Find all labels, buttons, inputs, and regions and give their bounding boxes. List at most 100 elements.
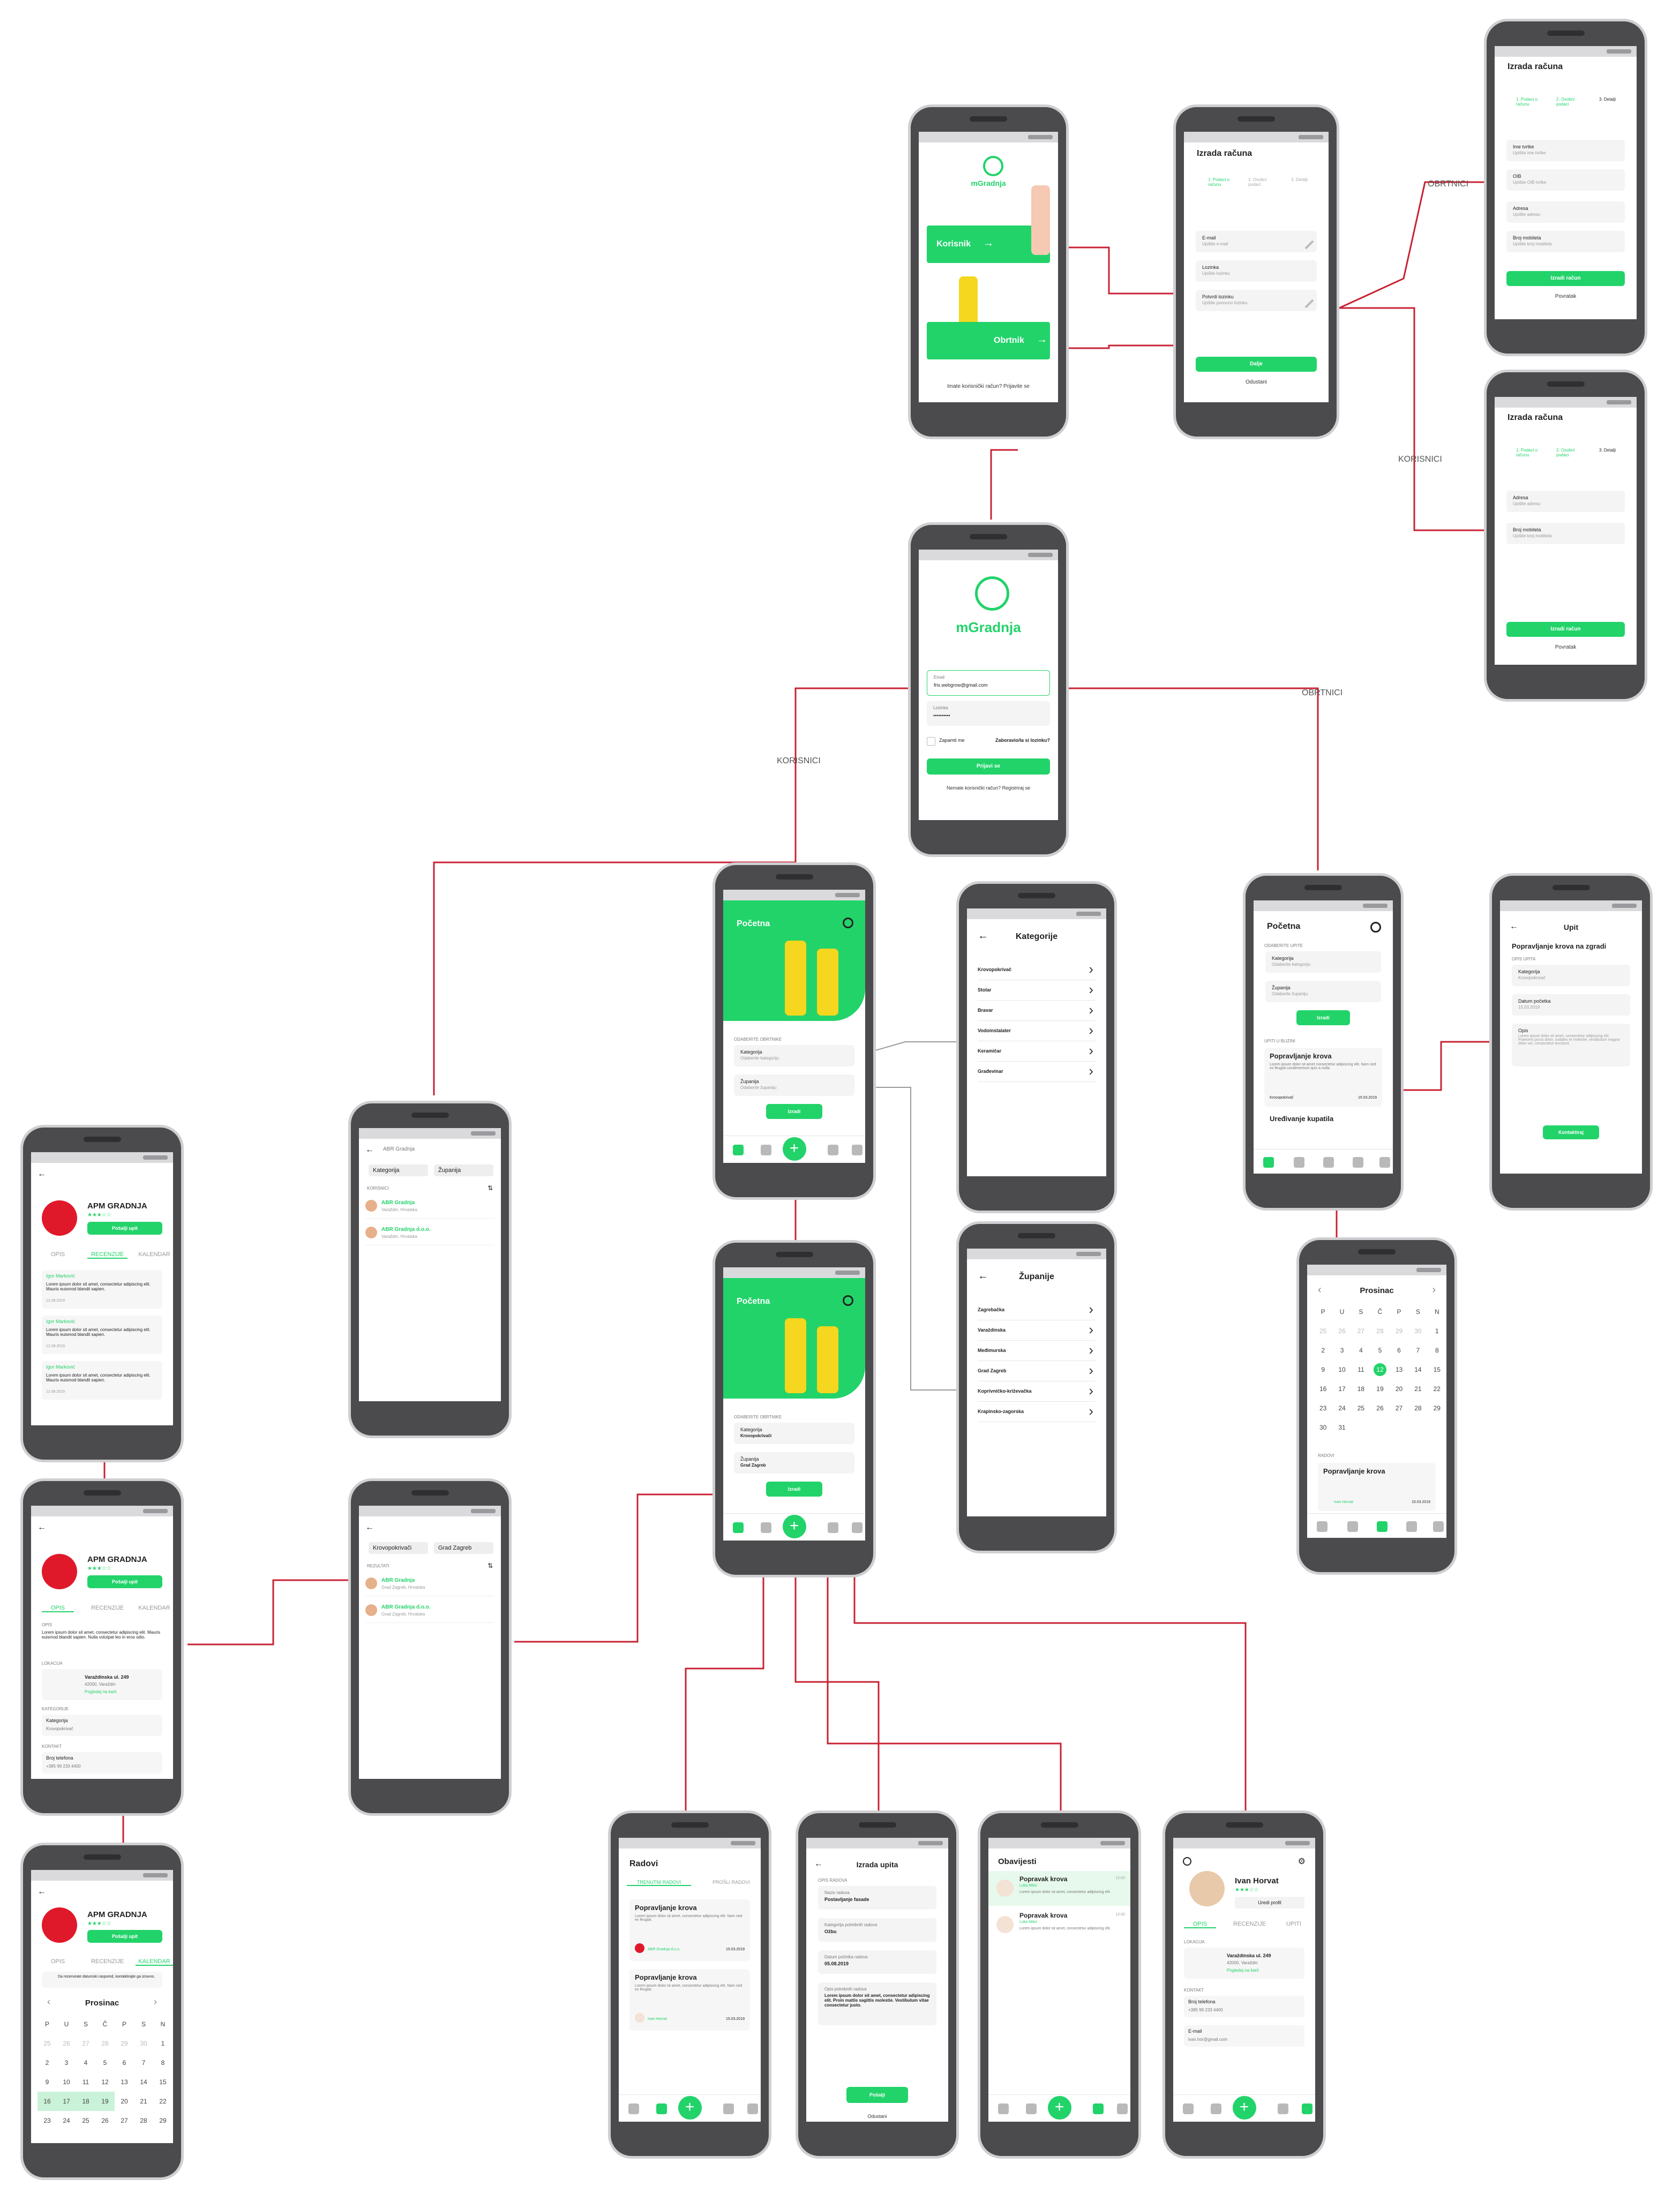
create-account-button[interactable]: Izradi račun: [1506, 271, 1625, 286]
user-icon[interactable]: [852, 1522, 862, 1533]
upit-card[interactable]: Popravljanje krova Lorem ipsum dolor sit…: [1264, 1048, 1382, 1107]
tab-recenzije[interactable]: RECENZIJE: [87, 1251, 128, 1259]
back-arrow-icon[interactable]: ←: [38, 1523, 46, 1532]
add-button[interactable]: +: [1047, 2096, 1071, 2120]
zupanija-field[interactable]: Županija Odaberite županiju: [1265, 981, 1381, 1002]
home-icon[interactable]: [733, 1522, 744, 1533]
list-item[interactable]: Građevinar: [978, 1061, 1096, 1082]
result-item[interactable]: ABR Gradnja d.o.o. Varaždin, Hrvatska: [365, 1223, 494, 1245]
list-item[interactable]: Vodoinstalater: [978, 1020, 1096, 1041]
notification-item[interactable]: Popravak krova Luka Mikić Lorem ipsum do…: [988, 1907, 1130, 1942]
calendar-grid[interactable]: PUSČPSN 25 26 27 28 29 30 1 2345678 9 10 11 12 13 1…: [1314, 1302, 1446, 1437]
forgot-password-link[interactable]: Zaboravio/la si lozinku?: [995, 738, 1050, 743]
power-icon[interactable]: [1183, 1857, 1191, 1866]
search-button[interactable]: Izradi: [1296, 1010, 1350, 1025]
user-icon[interactable]: [1117, 2103, 1128, 2114]
list-item[interactable]: Keramičar: [978, 1040, 1096, 1062]
back-link[interactable]: Povratak: [1495, 294, 1637, 299]
mobile-field[interactable]: Broj mobitela Upišite broj mobitela: [1506, 231, 1625, 252]
password-field[interactable]: Lozinka Upišite lozinku: [1196, 260, 1317, 282]
kategorija-field[interactable]: Kategorija Odaberite kategoriju: [734, 1045, 854, 1066]
phone-card[interactable]: Broj telefona +385 99 233 4400: [1184, 1996, 1304, 2017]
obrtnik-button[interactable]: Obrtnik →: [927, 322, 1050, 359]
search-icon[interactable]: [843, 1295, 853, 1306]
search-input[interactable]: ABR Gradnja: [383, 1146, 415, 1152]
edit-profile-button[interactable]: Uredi profil: [1235, 1897, 1304, 1909]
home-icon[interactable]: [628, 2103, 639, 2114]
result-item[interactable]: ABR Gradnja Grad Zagreb, Hrvatska: [365, 1574, 494, 1596]
address-field[interactable]: Adresa Upišite adresu: [1506, 201, 1625, 223]
wrench-icon[interactable]: [1347, 1521, 1358, 1532]
register-link[interactable]: Nemate korisnički račun? Registriraj se: [919, 785, 1058, 791]
login-button[interactable]: Prijavi se: [927, 758, 1050, 775]
company-name-field[interactable]: Ime tvrtke Upišite ime tvrtke: [1506, 140, 1625, 161]
send-inquiry-button[interactable]: Pošalji upit: [87, 1930, 162, 1943]
kategorija-filter[interactable]: Kategorija: [369, 1164, 428, 1176]
result-item[interactable]: ABR Gradnja Varaždin, Hrvatska: [365, 1197, 494, 1219]
send-inquiry-button[interactable]: Pošalji upit: [87, 1575, 162, 1588]
contact-button[interactable]: Kontaktiraj: [1543, 1125, 1599, 1139]
search-icon[interactable]: [843, 918, 853, 928]
email-input[interactable]: Email frix.webgrow@gmail.com: [927, 670, 1050, 696]
home-icon[interactable]: [998, 2103, 1009, 2114]
list-item[interactable]: Stolar: [978, 979, 1096, 1001]
email-card[interactable]: E-mail ivan.hor@gmail.com: [1184, 2025, 1304, 2047]
bell-icon[interactable]: [1093, 2103, 1104, 2114]
location-card[interactable]: Varaždinska ul. 249 42000, Varaždin Pogl…: [42, 1669, 162, 1700]
wrench-icon[interactable]: [761, 1145, 771, 1155]
tab-upiti[interactable]: UPITI: [1278, 1921, 1310, 1927]
location-card[interactable]: Varaždinska ul. 249 42000, Varaždin Pogl…: [1184, 1948, 1304, 1979]
notification-item[interactable]: Popravak krova Luka Mikić Lorem ipsum do…: [988, 1871, 1130, 1906]
kategorija-filter[interactable]: Krovopokrivači: [369, 1542, 428, 1554]
user-icon[interactable]: [1302, 2103, 1312, 2114]
home-icon[interactable]: [1263, 1157, 1274, 1168]
add-button[interactable]: +: [782, 1515, 806, 1538]
send-button[interactable]: Pošalji: [846, 2087, 908, 2103]
list-item[interactable]: Grad Zagreb: [978, 1360, 1096, 1381]
prev-month-icon[interactable]: ‹: [47, 1996, 50, 2008]
login-prompt-link[interactable]: Imate korisnički račun? Prijavite se: [919, 384, 1058, 389]
list-item[interactable]: Koprivničko-križevačka: [978, 1380, 1096, 1402]
map-link[interactable]: Pogledaj na karti: [1227, 1968, 1259, 1973]
result-item[interactable]: ABR Gradnja d.o.o. Grad Zagreb, Hrvatska: [365, 1601, 494, 1623]
oib-field[interactable]: OIB Upišite OIB tvrtke: [1506, 169, 1625, 191]
job-name-field[interactable]: Naziv radova Postavljanje fasade: [818, 1886, 936, 1910]
search-button[interactable]: Izradi: [766, 1482, 822, 1497]
back-arrow-icon[interactable]: ←: [365, 1523, 374, 1532]
back-arrow-icon[interactable]: ←: [38, 1169, 46, 1179]
sort-icon[interactable]: ⇅: [488, 1562, 493, 1569]
add-button[interactable]: +: [1232, 2096, 1256, 2120]
kategorija-field[interactable]: Kategorija Odaberite kategoriju: [1265, 951, 1381, 973]
wrench-icon[interactable]: [1211, 2103, 1221, 2114]
wrench-icon[interactable]: [1026, 2103, 1037, 2114]
password-input[interactable]: Lozinka ••••••••••: [927, 701, 1050, 726]
home-icon[interactable]: [1183, 2103, 1194, 2114]
tab-opis[interactable]: OPIS: [42, 1958, 74, 1965]
map-link[interactable]: Pogledaj na karti: [85, 1689, 117, 1694]
address-field[interactable]: Adresa Upišite adresu: [1506, 491, 1625, 512]
job-card[interactable]: Popravljanje krova Lorem ipsum dolor sit…: [629, 1969, 750, 2031]
bell-icon[interactable]: [723, 2103, 734, 2114]
tab-opis[interactable]: OPIS: [42, 1605, 74, 1612]
tab-current-jobs[interactable]: TRENUTNI RADOVI: [627, 1880, 691, 1886]
job-card[interactable]: Popravljanje krova Ivan Horvat 15.03.201…: [1318, 1463, 1436, 1511]
remember-checkbox[interactable]: [927, 737, 935, 746]
cancel-link[interactable]: Odustani: [1184, 379, 1329, 385]
user-icon[interactable]: [1379, 1157, 1390, 1168]
calendar-grid[interactable]: PUSČPSN 25 26 27 28 29 30 1 2345678 9 10 11 12 13 1…: [38, 2015, 172, 2130]
tab-kalendar[interactable]: KALENDAR: [136, 1251, 173, 1258]
wrench-icon[interactable]: [1294, 1157, 1304, 1168]
user-icon[interactable]: [852, 1145, 862, 1155]
next-button[interactable]: Dalje: [1196, 357, 1317, 372]
next-month-icon[interactable]: ›: [154, 1996, 157, 2008]
bell-icon[interactable]: [1278, 2103, 1288, 2114]
list-item[interactable]: Zagrebačka: [978, 1299, 1096, 1320]
bell-icon[interactable]: [1406, 1521, 1417, 1532]
tab-opis[interactable]: OPIS: [1184, 1921, 1216, 1928]
email-field[interactable]: E-mail Upišite e-mail: [1196, 231, 1317, 252]
confirm-password-field[interactable]: Potvrdi lozinku Upišite ponovno lozinku: [1196, 290, 1317, 311]
bell-icon[interactable]: [828, 1145, 838, 1155]
home-icon[interactable]: [1317, 1521, 1328, 1532]
search-icon[interactable]: [1370, 922, 1381, 933]
list-item[interactable]: Međimurska: [978, 1340, 1096, 1361]
